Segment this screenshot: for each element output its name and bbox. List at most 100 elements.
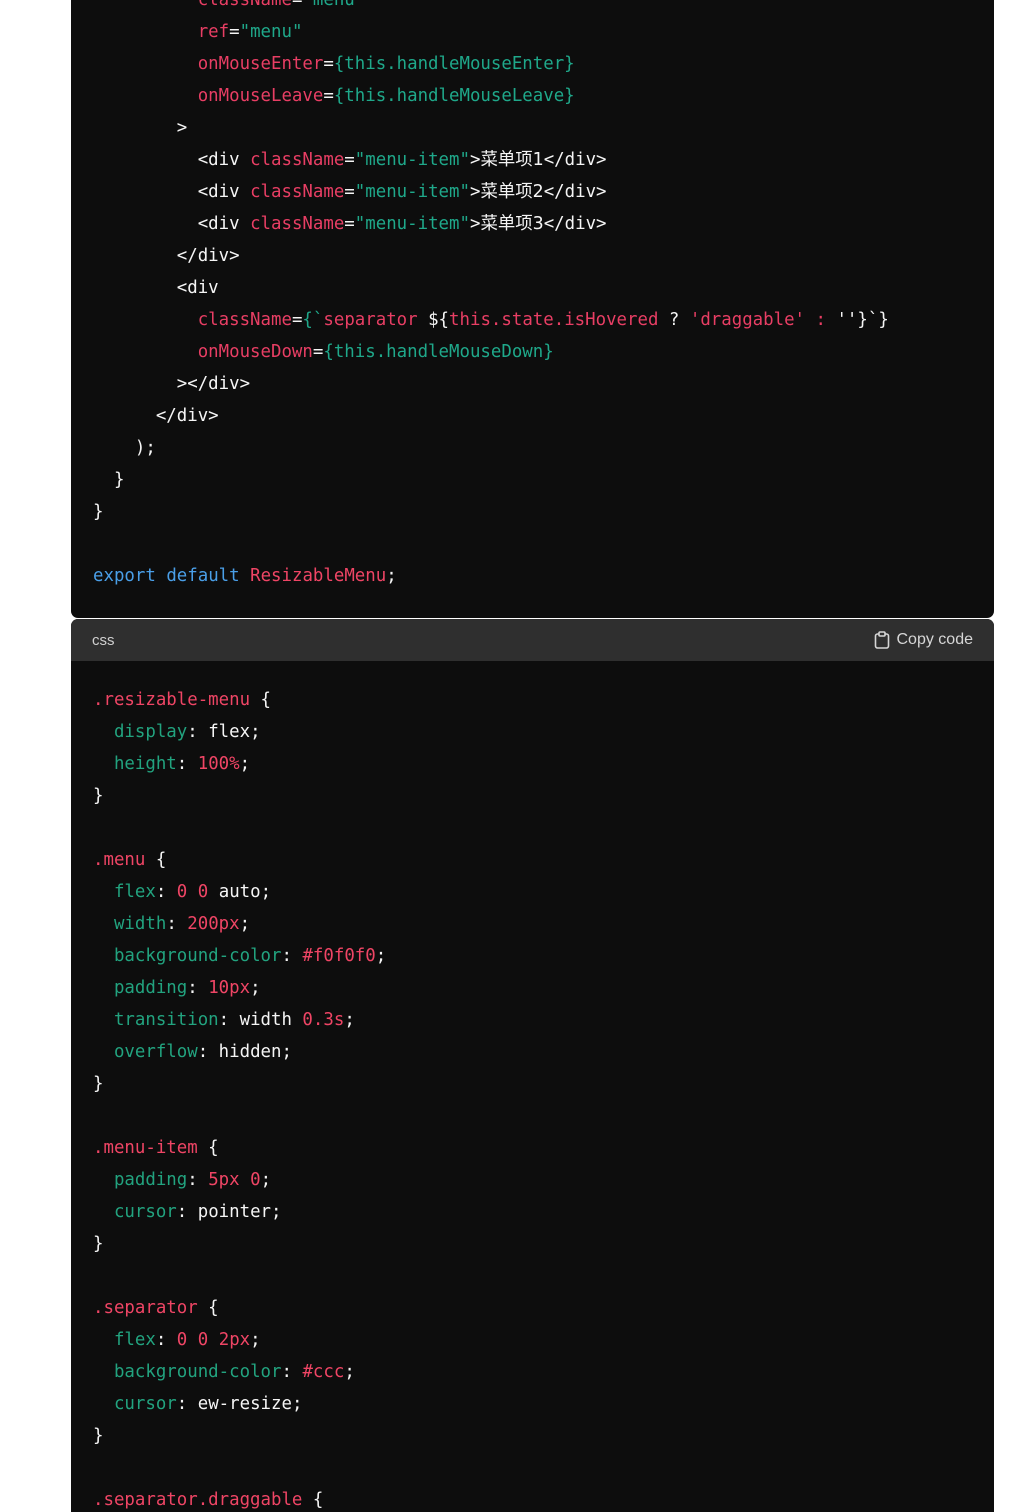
code-token: } [93,470,125,490]
code-token: > [469,214,481,234]
code-token: onMouseLeave [197,86,324,106]
copy-code-button[interactable]: Copy code [874,631,974,649]
code-token: = [323,86,334,106]
code-token: background-color [113,946,282,966]
code-token: </div> [93,246,240,266]
code-token: : width [218,1010,303,1030]
code-token: = [344,214,355,234]
code-line: .resizable-menu { [93,684,386,716]
code-line: } [93,1068,386,1100]
code-token: } [93,786,104,806]
code-token: .separator [93,1298,198,1318]
code-token: width [113,914,167,934]
code-token: = [344,182,355,202]
code-token: > [469,182,481,202]
code-token: .menu [93,850,146,870]
code-token: { [250,690,272,710]
code-token: } [93,1074,104,1094]
code-token: </div> [93,406,219,426]
code-token: 100% [197,754,240,774]
code-token: ; [239,754,251,774]
code-token: 0.3s [302,1010,345,1030]
code-line: <div className="menu-item">菜单项3</div> [93,208,889,240]
code-token: 200px [187,914,240,934]
code-token: height [113,754,177,774]
code-token: ? [658,310,690,330]
code-token: "menu-item" [354,150,470,170]
code-line: overflow: hidden; [93,1036,386,1068]
code-token: 10px [208,978,251,998]
code-token: padding [113,978,188,998]
code-token: { [145,850,167,870]
code-line: cursor: ew-resize; [93,1388,386,1420]
code-token: = [344,150,355,170]
code-token: 0 [176,882,188,902]
code-line: .separator.draggable { [93,1484,386,1512]
code-token: ; [260,1170,272,1190]
code-line: } [93,1420,386,1452]
code-token: 2px [218,1330,251,1350]
code-token: flex [113,882,156,902]
code-token: onMouseDown [197,342,313,362]
code-token: </div> [543,182,607,202]
code-token: ResizableMenu [250,566,387,586]
code-token: = [291,0,303,10]
code-token: : [155,1330,177,1350]
code-token: : [187,978,209,998]
code-token: } [93,1426,104,1446]
code-line: onMouseDown={this.handleMouseDown} [93,336,889,368]
code-token: } [93,502,104,522]
code-token: ${ [428,310,450,330]
code-token: > [469,150,481,170]
code-token: : flex; [187,722,261,742]
code-token: className [197,310,292,330]
css-code-content: .resizable-menu { display: flex; height:… [93,684,386,1512]
code-token: ; [239,914,251,934]
code-token: default [166,566,240,586]
code-token: : [155,882,177,902]
code-line: onMouseEnter={this.handleMouseEnter} [93,48,889,80]
copy-code-label: Copy code [896,631,974,648]
jsx-code-content: className="menu" ref="menu" onMouseEnter… [93,0,889,592]
code-line: onMouseLeave={this.handleMouseLeave} [93,80,889,112]
code-token: 5px [208,1170,240,1190]
code-line: .separator { [93,1292,386,1324]
code-token: this.state.isHovered [449,310,659,330]
code-token: {this.handleMouseDown} [323,342,554,362]
code-token: { [197,1298,219,1318]
code-token: 0 [197,882,209,902]
code-token: {this.handleMouseLeave} [333,86,575,106]
code-line: <div className="menu-item">菜单项1</div> [93,144,889,176]
code-line: > [93,112,889,144]
code-token: ></div> [93,374,251,394]
code-token: 'draggable' [689,310,806,330]
code-token: : hidden; [197,1042,292,1062]
code-token: </div> [543,150,607,170]
code-token: : [281,1362,303,1382]
code-token: <div [93,214,251,234]
code-line: flex: 0 0 auto; [93,876,386,908]
code-line: } [93,1228,386,1260]
code-token: separator [323,310,429,330]
code-line: height: 100%; [93,748,386,780]
code-line: .menu { [93,844,386,876]
code-token: <div [93,278,219,298]
code-line: padding: 5px 0; [93,1164,386,1196]
